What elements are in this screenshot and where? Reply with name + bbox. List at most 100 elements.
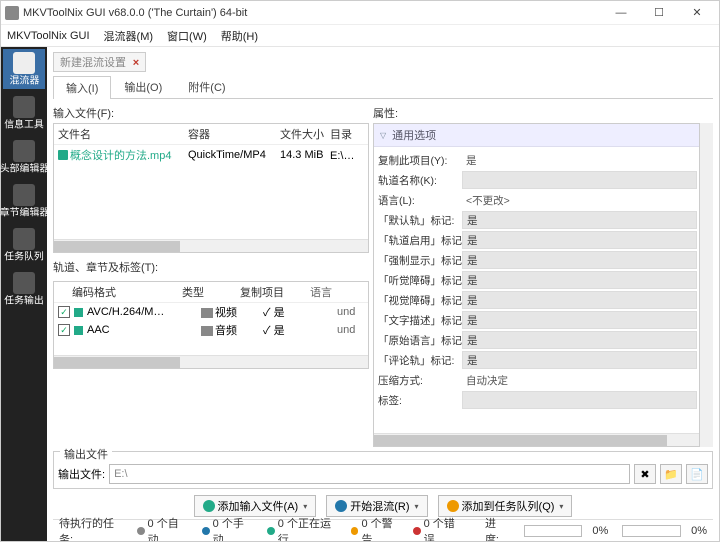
file-dir: E:\大教程\: [330, 147, 364, 163]
tcol-type[interactable]: 类型: [182, 284, 240, 300]
track-row-audio[interactable]: ✓ AAC 音频 ✓ 是 und: [54, 321, 368, 339]
status-err: 0 个错误: [424, 515, 465, 542]
sidebar-item-queue[interactable]: 任务队列: [3, 225, 45, 265]
pval-comment[interactable]: 是: [462, 351, 697, 369]
pval-orig[interactable]: 是: [462, 331, 697, 349]
main: 混流器 信息工具 头部编辑器 章节编辑器 任务队列 任务输出 新建混流设置 × …: [1, 47, 719, 541]
maximize-button[interactable]: ☐: [647, 5, 671, 21]
window-title: MKVToolNix GUI v68.0.0 ('The Curtain') 6…: [23, 7, 609, 19]
statusbar: 待执行的任务: 0 个自动, 0 个手动, 0 个正在运行 0 个警告 0 个错…: [53, 519, 713, 541]
file-name: 概念设计的方法.mp4: [70, 147, 171, 163]
panels: 输入文件(F): 文件名 容器 文件大小 目录 概念设计的方法.mp4 Quic…: [53, 99, 713, 447]
track-row-video[interactable]: ✓ AVC/H.264/M… 视频 ✓ 是 und: [54, 303, 368, 321]
track-lang: und: [337, 306, 364, 318]
track-copy: 是: [274, 325, 285, 337]
files-scrollbar[interactable]: [54, 239, 368, 252]
tcol-copy[interactable]: 复制项目: [240, 284, 310, 300]
pval-visual[interactable]: 是: [462, 291, 697, 309]
pval-copy[interactable]: 是: [462, 151, 697, 169]
sidebar-item-chapter[interactable]: 章节编辑器: [3, 181, 45, 221]
document-tabs: 新建混流设置 ×: [53, 51, 713, 73]
document-tab[interactable]: 新建混流设置 ×: [53, 52, 146, 72]
pval-compress[interactable]: 自动决定: [462, 371, 697, 389]
queue-add-icon: [447, 500, 459, 512]
queue-icon: [13, 228, 35, 250]
pval-enabled[interactable]: 是: [462, 231, 697, 249]
sub-tabs: 输入(I) 输出(O) 附件(C): [53, 75, 713, 99]
menu-mux[interactable]: 混流器(M): [104, 28, 154, 44]
tab-output[interactable]: 输出(O): [111, 75, 175, 98]
track-lang: und: [337, 324, 364, 336]
tab-input[interactable]: 输入(I): [53, 76, 111, 99]
col-size[interactable]: 文件大小: [280, 126, 330, 142]
sidebar-item-info[interactable]: 信息工具: [3, 93, 45, 133]
pval-forced[interactable]: 是: [462, 251, 697, 269]
pval-default[interactable]: 是: [462, 211, 697, 229]
col-dir[interactable]: 目录: [330, 126, 364, 142]
close-button[interactable]: ✕: [685, 5, 709, 21]
menu-appname[interactable]: MKVToolNix GUI: [7, 30, 90, 42]
tcol-codec[interactable]: 编码格式: [72, 284, 182, 300]
status-warn: 0 个警告: [361, 515, 402, 542]
sidebar-item-mux[interactable]: 混流器: [3, 49, 45, 89]
status-pending-label: 待执行的任务:: [59, 515, 127, 542]
doc-tab-close-icon[interactable]: ×: [133, 57, 139, 69]
dropdown-icon[interactable]: ▾: [303, 502, 307, 511]
pval-text[interactable]: 是: [462, 311, 697, 329]
recent-output-button[interactable]: 📄: [686, 464, 708, 484]
plabel-trackname: 轨道名称(K):: [378, 173, 458, 188]
col-filename[interactable]: 文件名: [58, 126, 188, 142]
pval-tags[interactable]: [462, 391, 697, 409]
input-files-box: 文件名 容器 文件大小 目录 概念设计的方法.mp4 QuickTime/MP4…: [53, 123, 369, 253]
file-size: 14.3 MiB: [280, 149, 330, 161]
file-row[interactable]: 概念设计的方法.mp4 QuickTime/MP4 14.3 MiB E:\大教…: [54, 145, 368, 165]
track-type: 视频: [215, 307, 237, 319]
tracks-header: 编码格式 类型 复制项目 语言: [54, 282, 368, 303]
minimize-button[interactable]: —: [609, 5, 633, 21]
output-icon: [13, 272, 35, 294]
track-checkbox[interactable]: ✓: [58, 324, 70, 336]
progress-bar-2: [622, 525, 681, 537]
props-section-header[interactable]: ▽ 通用选项: [374, 124, 699, 147]
props-hscrollbar[interactable]: [374, 433, 699, 446]
col-container[interactable]: 容器: [188, 126, 280, 142]
plabel-comment: 「评论轨」标记:: [378, 353, 458, 368]
plabel-text: 「文字描述」标记:: [378, 313, 458, 328]
pval-language[interactable]: <不更改>: [462, 191, 697, 209]
tracks-scrollbar[interactable]: [54, 355, 368, 368]
dot-auto-icon: [137, 527, 145, 535]
sidebar-item-output[interactable]: 任务输出: [3, 269, 45, 309]
file-container: QuickTime/MP4: [188, 149, 280, 161]
output-legend: 输出文件: [60, 449, 112, 461]
status-running: 0 个正在运行: [278, 515, 341, 542]
output-groupbox: 输出文件 输出文件: ✖ 📁 📄: [53, 451, 713, 489]
play-icon: [335, 500, 347, 512]
pval-hearing[interactable]: 是: [462, 271, 697, 289]
info-icon: [13, 96, 35, 118]
dropdown-icon[interactable]: ▾: [415, 502, 419, 511]
plabel-hearing: 「听觉障碍」标记:: [378, 273, 458, 288]
output-path-input[interactable]: [109, 464, 630, 484]
tab-attach[interactable]: 附件(C): [175, 75, 238, 98]
files-header: 文件名 容器 文件大小 目录: [54, 124, 368, 145]
left-panel: 输入文件(F): 文件名 容器 文件大小 目录 概念设计的方法.mp4 Quic…: [53, 105, 369, 447]
sidebar-item-header[interactable]: 头部编辑器: [3, 137, 45, 177]
menu-help[interactable]: 帮助(H): [221, 28, 258, 44]
plabel-orig: 「原始语言」标记:: [378, 333, 458, 348]
progress-bar-1: [524, 525, 583, 537]
track-checkbox[interactable]: ✓: [58, 306, 70, 318]
add-icon: [203, 500, 215, 512]
clear-output-button[interactable]: ✖: [634, 464, 656, 484]
track-codec: AAC: [87, 324, 197, 336]
props-vscrollbar[interactable]: [700, 123, 713, 447]
sidebar: 混流器 信息工具 头部编辑器 章节编辑器 任务队列 任务输出: [1, 47, 47, 541]
props-body: 复制此项目(Y):是 轨道名称(K): 语言(L):<不更改> 「默认轨」标记:…: [374, 147, 699, 433]
dropdown-icon[interactable]: ▾: [559, 502, 563, 511]
pval-trackname[interactable]: [462, 171, 697, 189]
tcol-lang[interactable]: 语言: [310, 284, 364, 300]
track-color-icon: [74, 326, 83, 335]
status-auto: 0 个自动,: [148, 515, 192, 542]
properties-box: ▽ 通用选项 复制此项目(Y):是 轨道名称(K): 语言(L):<不更改> 「…: [373, 123, 700, 447]
browse-output-button[interactable]: 📁: [660, 464, 682, 484]
menu-window[interactable]: 窗口(W): [167, 28, 207, 44]
